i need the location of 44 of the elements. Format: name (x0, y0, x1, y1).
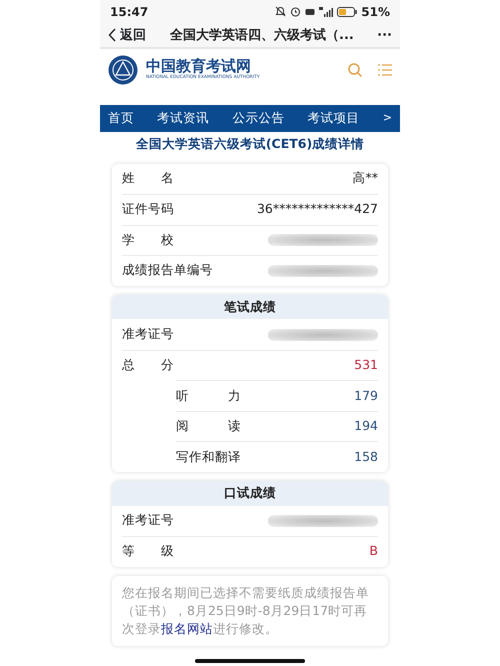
field-value: 194 (354, 417, 378, 436)
battery-icon (337, 6, 358, 17)
status-time: 15:47 (110, 4, 148, 21)
page-heading: 全国大学英语六级考试(CET6)成绩详情 (134, 134, 366, 153)
battery-percent: 51% (361, 4, 390, 21)
back-button[interactable]: 返回 (108, 26, 146, 45)
signal-icon (319, 6, 334, 17)
field-label: 学 校 (122, 230, 174, 249)
menu-link[interactable]: 考试项目 (308, 109, 360, 128)
field-label: 姓 名 (122, 169, 174, 188)
bell-off-icon (275, 6, 286, 18)
field-value: 高** (352, 169, 378, 188)
field-label: 证件号码 (122, 200, 174, 218)
field-value: B (369, 542, 378, 560)
field-label: 听 力 (176, 386, 241, 405)
search-button[interactable] (348, 60, 362, 80)
field-value: 158 (354, 448, 378, 466)
signup-link[interactable]: 报名网站 (161, 620, 213, 636)
page-title: 全国大学英语四、六级考试（... (170, 26, 355, 44)
menu-icon (378, 64, 392, 76)
field-label: 写作和翻译 (176, 448, 241, 466)
field-value: 36*************427 (256, 200, 378, 218)
field-label: 准考证号 (122, 325, 174, 344)
field-value: 179 (354, 386, 378, 405)
more-button[interactable]: ··· (377, 26, 392, 45)
field-label: 总 分 (122, 356, 174, 374)
section-title: 口试成绩 (112, 480, 388, 506)
field-label: 阅 读 (176, 417, 241, 436)
menu-link[interactable]: 公示公告 (232, 109, 284, 128)
alarm-icon (290, 6, 302, 18)
menu-link[interactable]: 考试资讯 (157, 109, 210, 128)
emblem-logo (108, 55, 138, 85)
field-label: 成绩报告单编号 (122, 261, 213, 280)
search-icon (348, 63, 362, 78)
notice-text: 您在报名期间已选择不需要纸质成绩报告单（证书），8月25日9时-8月29日17时可再次登录报名网站进行修改。 (112, 576, 388, 646)
menu-link[interactable]: 首页 (108, 109, 134, 128)
menu-more-button[interactable]: > (382, 110, 392, 127)
message-icon (305, 8, 316, 16)
site-name: 中国教育考试网 (146, 58, 251, 75)
section-title: 笔试成绩 (112, 294, 388, 320)
field-value: 531 (354, 356, 378, 374)
back-icon (108, 28, 116, 42)
field-label: 准考证号 (122, 511, 174, 530)
field-label: 等 级 (122, 542, 174, 560)
